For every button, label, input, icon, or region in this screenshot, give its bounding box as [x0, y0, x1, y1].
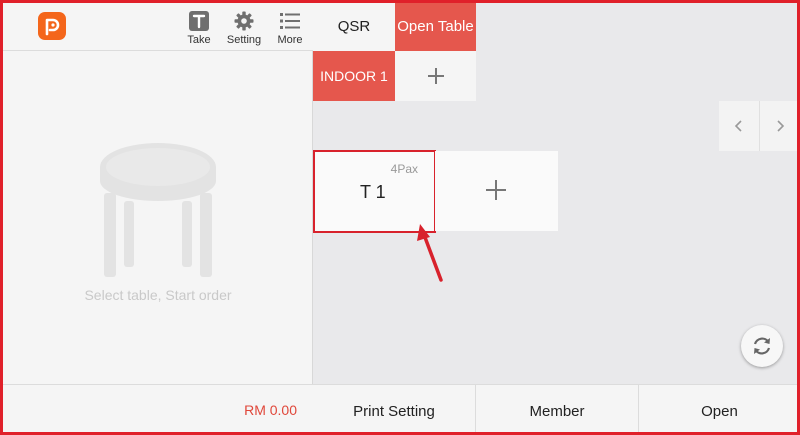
- area-tab-indoor-1[interactable]: INDOOR 1: [313, 51, 395, 101]
- add-area-button[interactable]: [395, 51, 476, 101]
- app-logo-icon: [38, 12, 66, 40]
- mode-tabs: QSR Open Table: [313, 3, 797, 51]
- refresh-icon: [753, 337, 771, 355]
- take-label: Take: [187, 34, 211, 46]
- take-icon: [189, 11, 209, 31]
- prev-page-button[interactable]: [719, 101, 760, 151]
- open-button[interactable]: Open: [639, 385, 797, 432]
- chevron-left-icon: [734, 120, 742, 132]
- list-icon: [280, 13, 300, 29]
- bottom-action-bar: Print Setting Member Open: [313, 384, 797, 432]
- more-button[interactable]: More: [266, 8, 314, 48]
- add-table-button[interactable]: [435, 151, 558, 231]
- more-label: More: [277, 34, 303, 46]
- setting-label: Setting: [226, 34, 262, 46]
- order-total: RM 0.00: [244, 402, 297, 418]
- next-page-button[interactable]: [760, 101, 797, 151]
- take-button[interactable]: Take: [175, 8, 223, 48]
- setting-button[interactable]: Setting: [220, 8, 268, 48]
- refresh-button[interactable]: [741, 325, 783, 367]
- tab-qsr[interactable]: QSR: [313, 3, 395, 51]
- area-tabs: INDOOR 1: [313, 51, 797, 101]
- order-panel: Take Setting More Select table, Start or…: [3, 3, 313, 432]
- total-bar: RM 0.00: [3, 384, 313, 432]
- table-name: T 1: [360, 182, 386, 202]
- member-button[interactable]: Member: [476, 385, 639, 432]
- chevron-right-icon: [777, 120, 785, 132]
- app-window: Take Setting More Select table, Start or…: [0, 0, 800, 435]
- table-tile-t1[interactable]: 4Pax T 1: [313, 151, 435, 231]
- table-panel: QSR Open Table INDOOR 1 4Pax T 1 Print S…: [313, 3, 797, 432]
- table-pax: 4Pax: [390, 162, 418, 176]
- select-table-hint: Select table, Start order: [84, 287, 232, 303]
- print-setting-button[interactable]: Print Setting: [313, 385, 476, 432]
- empty-order-area: Select table, Start order: [3, 51, 313, 384]
- top-toolbar: Take Setting More: [3, 3, 313, 51]
- plus-icon: [428, 68, 444, 84]
- plus-icon: [486, 180, 506, 200]
- gear-icon: [234, 11, 254, 31]
- tab-open-table[interactable]: Open Table: [395, 3, 476, 51]
- table-illustration-icon: [100, 143, 216, 277]
